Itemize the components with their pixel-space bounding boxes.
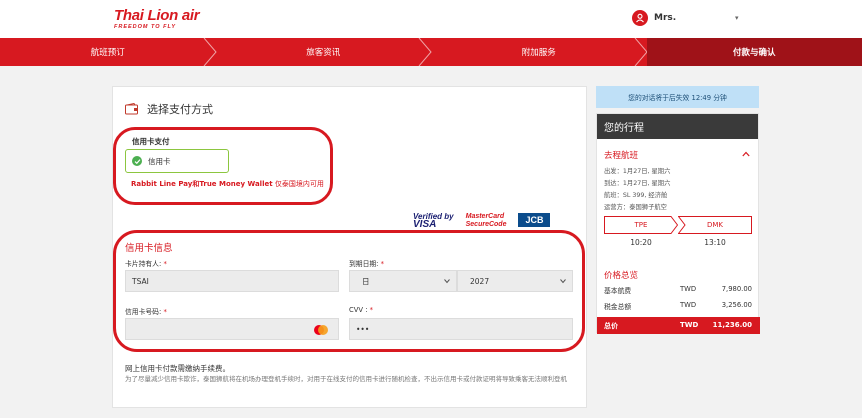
- fee-note: 网上信用卡付款需缴纳手续费。: [125, 364, 230, 373]
- price-amount: 3,256.00: [721, 301, 752, 309]
- step-extra-services[interactable]: 附加服务: [431, 38, 648, 66]
- card-info-heading: 信用卡信息: [125, 243, 173, 254]
- wallet-availability-note: Rabbit Line Pay和True Money Wallet 仅泰国境内可…: [131, 179, 324, 189]
- holder-label: 卡片持有人: *: [125, 258, 167, 268]
- operator-info: 运营方：泰国狮子航空: [604, 204, 667, 211]
- step-label: 付款与确认: [732, 48, 776, 58]
- verified-by-visa-logo: Verified by VISA: [413, 213, 454, 230]
- total-label: 总价: [604, 322, 618, 330]
- total-currency: TWD: [680, 321, 699, 329]
- user-icon: [632, 10, 648, 26]
- expiry-label: 到期日期: *: [349, 258, 384, 268]
- mc-bottom-text: SecureCode: [465, 221, 507, 228]
- step-label: 航班预订: [90, 48, 125, 58]
- card-number-label-text: 信用卡号码:: [125, 308, 162, 316]
- visa-bottom-text: VISA: [413, 219, 437, 230]
- flight-times: 10:20 13:10: [604, 238, 752, 247]
- price-label: 基本航费: [604, 287, 632, 295]
- price-label: 税金总额: [604, 303, 632, 311]
- arrive-time: 13:10: [704, 238, 726, 247]
- required-mark: *: [380, 260, 385, 268]
- logo-tagline: FREEDOM TO FLY: [114, 24, 177, 30]
- wallet-note-light: 仅泰国境内可用: [272, 180, 324, 188]
- flight-info: 航班：SL 399, 经济舱: [604, 192, 668, 199]
- user-name: Mrs.: [654, 13, 677, 23]
- card-holder-input[interactable]: TSAI: [125, 270, 339, 292]
- arrive-info: 到达：1月27日, 星期六: [604, 180, 671, 187]
- card-number-input[interactable]: [125, 318, 339, 340]
- cvv-label-text: CVV :: [349, 306, 368, 314]
- price-currency: TWD: [680, 285, 697, 293]
- chevron-up-icon[interactable]: [742, 151, 750, 157]
- depart-info: 出发：1月27日, 星期六: [604, 168, 671, 175]
- logo-text: Thai Lion air: [114, 7, 200, 24]
- chevron-down-icon[interactable]: ▾: [735, 14, 739, 22]
- mc-top-text: MasterCard: [465, 213, 505, 220]
- expiry-month-value: 日: [362, 276, 370, 286]
- price-amount: 7,980.00: [721, 285, 752, 293]
- mastercard-icon: [314, 325, 328, 335]
- total-price-row: 总价 TWD 11,236.00: [597, 317, 760, 334]
- required-mark: *: [369, 306, 374, 314]
- fee-detail: 为了尽量减少信用卡欺诈，泰国狮航将在机场办理登机手续时，对用于在线支付的信用卡进…: [125, 375, 567, 383]
- step-flight-booking[interactable]: 航班预订: [0, 38, 217, 66]
- required-mark: *: [163, 308, 167, 316]
- cvv-label: CVV : *: [349, 306, 373, 314]
- payment-panel: 选择支付方式 信用卡支付 信用卡 Rabbit Line Pay和True Mo…: [112, 86, 587, 408]
- flight-route: TPE DMK: [604, 216, 752, 234]
- session-timer: 您的对话将于后失效 12:49 分钟: [596, 86, 759, 108]
- credit-card-option[interactable]: 信用卡: [125, 149, 229, 173]
- destination-box: DMK: [678, 216, 752, 234]
- price-currency: TWD: [680, 301, 697, 309]
- check-circle-icon: [132, 156, 142, 166]
- origin-box: TPE: [604, 216, 678, 234]
- site-header: Thai Lion air FREEDOM TO FLY Mrs. ▾: [0, 0, 862, 38]
- step-separator-icon: [203, 38, 217, 66]
- card-brand-logos: Verified by VISA MasterCard SecureCode J…: [413, 213, 551, 230]
- required-mark: *: [163, 260, 167, 268]
- depart-time: 10:20: [630, 238, 652, 247]
- expiry-label-text: 到期日期:: [349, 260, 379, 268]
- step-label: 旅客资讯: [306, 48, 341, 58]
- expiry-year-select[interactable]: 2027: [457, 270, 573, 292]
- thai-lion-air-logo[interactable]: Thai Lion air FREEDOM TO FLY: [114, 8, 224, 34]
- chevron-down-icon: [560, 279, 566, 284]
- wallet-icon: [125, 103, 138, 115]
- expiry-year-value: 2027: [470, 276, 490, 286]
- step-separator-icon: [418, 38, 432, 66]
- step-separator-icon: [634, 38, 648, 66]
- payment-title: 选择支付方式: [147, 103, 213, 116]
- credit-card-option-label: 信用卡: [148, 156, 171, 166]
- step-passenger-info[interactable]: 旅客资讯: [216, 38, 432, 66]
- chevron-down-icon: [444, 279, 450, 284]
- origin-code: TPE: [634, 221, 648, 229]
- cvv-input[interactable]: •••: [349, 318, 573, 340]
- holder-label-text: 卡片持有人:: [125, 260, 162, 268]
- jcb-logo: JCB: [518, 213, 551, 227]
- step-label: 附加服务: [521, 48, 556, 58]
- destination-code: DMK: [706, 221, 724, 229]
- outbound-flight-title[interactable]: 去程航班: [604, 149, 638, 161]
- credit-card-section-label: 信用卡支付: [132, 137, 170, 146]
- itinerary-panel: 您的行程 去程航班 出发：1月27日, 星期六 到达：1月27日, 星期六 航班…: [596, 113, 760, 334]
- wallet-note-bold: Rabbit Line Pay和True Money Wallet: [131, 180, 273, 188]
- price-summary-title: 价格总览: [604, 271, 639, 281]
- itinerary-title: 您的行程: [597, 114, 758, 139]
- card-number-label: 信用卡号码: *: [125, 306, 167, 316]
- expiry-month-select[interactable]: 日: [349, 270, 457, 292]
- step-payment-confirm[interactable]: 付款与确认: [646, 38, 862, 66]
- booking-steps: 航班预订 旅客资讯 附加服务 付款与确认: [0, 38, 862, 66]
- total-amount: 11,236.00: [712, 321, 752, 329]
- payment-title-row: 选择支付方式: [125, 101, 213, 117]
- mastercard-securecode-logo: MasterCard SecureCode: [466, 213, 507, 229]
- user-account[interactable]: Mrs.: [632, 9, 676, 27]
